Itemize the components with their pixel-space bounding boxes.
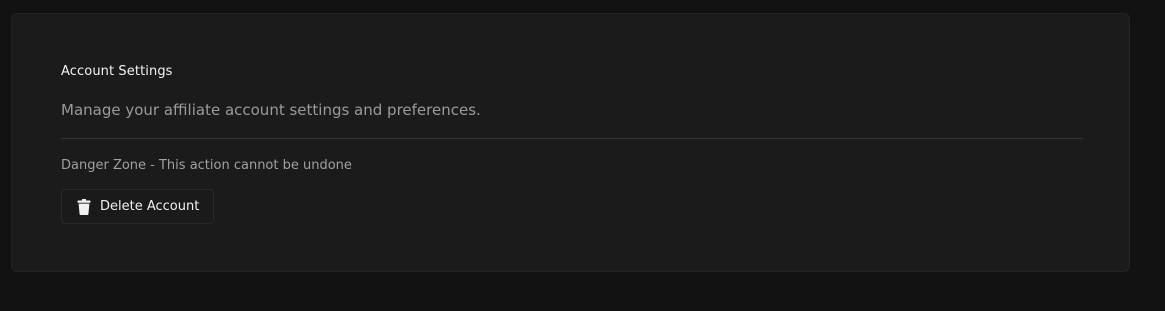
section-title: Account Settings	[61, 64, 173, 79]
section-description: Manage your affiliate account settings a…	[61, 101, 481, 119]
divider	[61, 138, 1083, 139]
danger-zone-warning: Danger Zone - This action cannot be undo…	[61, 158, 352, 173]
delete-account-label: Delete Account	[100, 199, 200, 214]
account-settings-card: Account Settings Manage your affiliate a…	[11, 13, 1130, 272]
trash-icon	[77, 198, 91, 215]
delete-account-button[interactable]: Delete Account	[61, 189, 214, 224]
